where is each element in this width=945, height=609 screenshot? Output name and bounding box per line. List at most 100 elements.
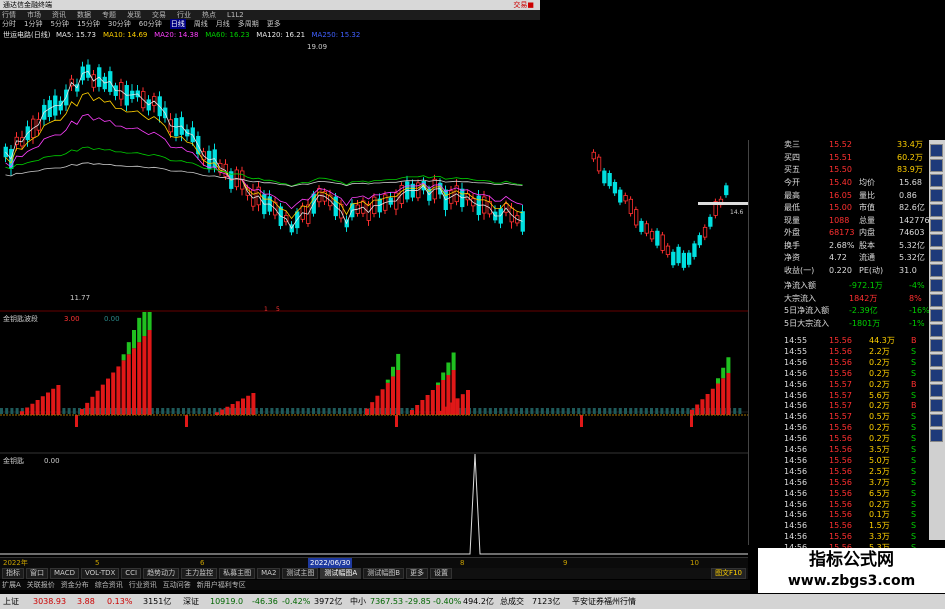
subtab-6[interactable]: 新用户福利专区 <box>197 580 246 590</box>
status-item-13: -0.40% <box>433 597 462 606</box>
indicator1-v2: 0.00 <box>104 315 120 323</box>
tick-row: 14:56 15.56 3.7万 S <box>749 478 934 488</box>
tab-13[interactable]: 设置 <box>430 568 453 579</box>
side-tool-button[interactable] <box>930 384 943 397</box>
side-tool-button[interactable] <box>930 324 943 337</box>
price-cursor-bar <box>698 202 748 205</box>
status-item-2: 3.88 <box>77 597 95 606</box>
indicator1-baseline-bar <box>504 408 508 414</box>
indicator2-panel[interactable]: 金钥匙 0.00 1.000.800.600.400.200.00 <box>0 454 748 557</box>
side-tool-button[interactable] <box>930 414 943 427</box>
timeframe-2[interactable]: 5分钟 <box>50 19 68 29</box>
subtab-4[interactable]: 行业资讯 <box>129 580 157 590</box>
side-tool-button[interactable] <box>930 234 943 247</box>
indicator1-baseline-bar <box>176 408 180 414</box>
indicator1-red-bar <box>450 402 455 415</box>
flow-label: 5日大宗流入 <box>784 318 830 328</box>
tick-time: 14:55 <box>784 346 808 356</box>
tab-11[interactable]: 测试幅图B <box>363 568 405 579</box>
tick-price: 15.56 <box>829 455 852 465</box>
timeframe-3[interactable]: 15分钟 <box>77 19 100 29</box>
side-tool-button[interactable] <box>930 204 943 217</box>
indicator1-panel[interactable]: 金钥匙波段 3.00 0.00 9.137.505.002.50 <box>0 312 748 454</box>
indicator1-red-bar <box>90 396 95 415</box>
flow-pct: 8% <box>909 293 922 303</box>
indicator1-red-bar <box>46 392 50 415</box>
side-tool-button[interactable] <box>930 294 943 307</box>
tab-5[interactable]: 趋势动力 <box>143 568 180 579</box>
tab-7[interactable]: 私募主图 <box>219 568 256 579</box>
tab-9[interactable]: 测试主图 <box>282 568 319 579</box>
side-tool-button[interactable] <box>930 264 943 277</box>
tick-volume: 6.5万 <box>869 488 890 498</box>
side-tool-button[interactable] <box>930 429 943 442</box>
side-tool-button[interactable] <box>930 339 943 352</box>
timeframe-1[interactable]: 1分钟 <box>24 19 42 29</box>
side-tool-button[interactable] <box>930 189 943 202</box>
ma-legend-2: MA20: 14.38 <box>154 31 198 39</box>
indicator1-baseline-bar <box>0 408 3 414</box>
timeframe-6[interactable]: 日线 <box>169 19 186 29</box>
side-tool-button[interactable] <box>930 174 943 187</box>
trade-link[interactable]: 交易■ <box>513 0 534 10</box>
side-tool-button[interactable] <box>930 309 943 322</box>
subtab-0[interactable]: 扩展A <box>2 580 21 590</box>
timeframe-5[interactable]: 60分钟 <box>139 19 162 29</box>
side-tool-button[interactable] <box>930 159 943 172</box>
timeframe-7[interactable]: 周线 <box>194 19 208 29</box>
tick-side: S <box>911 532 917 542</box>
timeframe-0[interactable]: 分时 <box>2 19 16 29</box>
side-tool-button[interactable] <box>930 369 943 382</box>
tab-10[interactable]: 测试幅图A <box>320 568 362 579</box>
subtab-3[interactable]: 综合资讯 <box>95 580 123 590</box>
tab-4[interactable]: CCI <box>121 568 142 579</box>
tab-3[interactable]: VOL-TDX <box>80 568 120 579</box>
indicator1-baseline-bar <box>343 408 347 414</box>
tab-2[interactable]: MACD <box>50 568 79 579</box>
side-tool-button[interactable] <box>930 279 943 292</box>
side-tool-button[interactable] <box>930 219 943 232</box>
subtab-2[interactable]: 资金分布 <box>61 580 89 590</box>
tab-6[interactable]: 主力监控 <box>181 568 218 579</box>
kline-chart[interactable]: 世运电路(日线) MA5: 15.73 MA10: 14.69 MA20: 14.3… <box>0 29 748 312</box>
indicator1-red-bar <box>410 410 414 415</box>
time-axis-label-0: 5 <box>95 559 100 567</box>
subtab-1[interactable]: 关联报价 <box>27 580 55 590</box>
candle <box>724 185 729 196</box>
quote-row: 收益(一) 0.220 PE(动) 31.0 <box>749 266 934 276</box>
indicator1-red-bar <box>375 395 380 415</box>
indicator1-baseline-bar <box>540 408 544 414</box>
tick-volume: 3.5万 <box>869 445 890 454</box>
side-tool-button[interactable] <box>930 399 943 412</box>
tick-volume: 0.2万 <box>869 499 890 509</box>
timeframe-10[interactable]: 更多 <box>267 19 281 29</box>
tab-8[interactable]: MA2 <box>257 568 281 579</box>
indicator1-baseline-bar <box>332 408 336 414</box>
tab-0[interactable]: 指标 <box>2 568 24 579</box>
side-tool-button[interactable] <box>930 249 943 262</box>
quote-label: 卖三 <box>784 140 800 149</box>
tick-side: S <box>911 510 917 520</box>
timeframe-9[interactable]: 多周期 <box>238 19 259 29</box>
candle <box>591 151 596 160</box>
quote-value: 1088 <box>829 215 850 225</box>
tab-12[interactable]: 更多 <box>406 568 429 579</box>
indicator1-red-bar <box>100 384 105 415</box>
status-item-6: 10919.0 <box>210 597 244 606</box>
flow-label: 5日净流入额 <box>784 306 830 315</box>
indicator1-red-bar <box>220 409 225 415</box>
indicator1-baseline-bar <box>156 408 159 414</box>
side-tool-button[interactable] <box>930 354 943 367</box>
tick-volume: 0.2万 <box>869 357 890 367</box>
timeframe-4[interactable]: 30分钟 <box>108 19 131 29</box>
timeframe-8[interactable]: 月线 <box>216 19 230 29</box>
indicator1-baseline-bar <box>192 408 196 414</box>
side-tool-button[interactable] <box>930 144 943 157</box>
candle <box>623 195 628 202</box>
status-item-10: 中小 <box>350 597 366 606</box>
subtab-5[interactable]: 互动问答 <box>163 580 191 590</box>
tab-f10[interactable]: 图文F10 <box>711 568 746 579</box>
candle <box>596 156 602 172</box>
indicator1-red-bar <box>25 407 30 415</box>
tab-1[interactable]: 窗口 <box>26 568 48 579</box>
